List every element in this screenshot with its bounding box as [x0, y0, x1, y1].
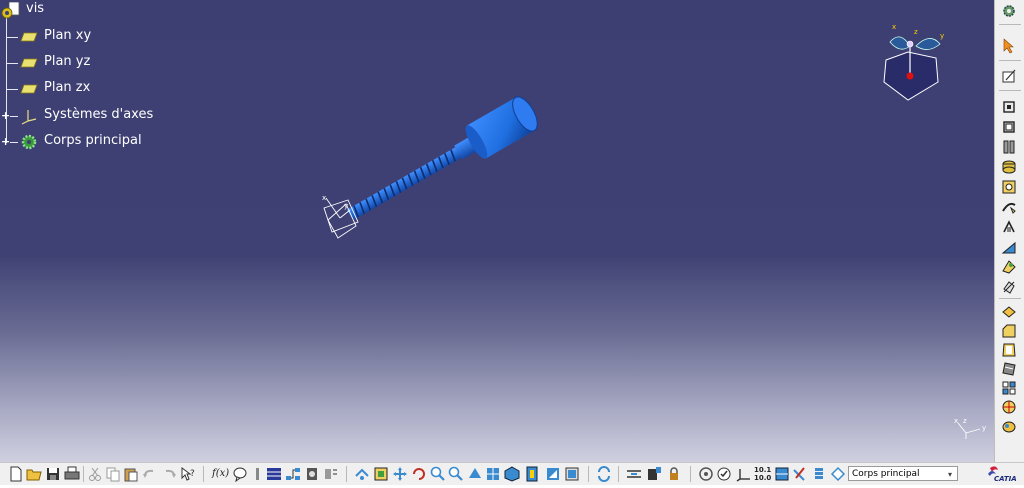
- print-icon[interactable]: [64, 466, 80, 482]
- origin-x-label: x: [322, 194, 326, 202]
- catalog-icon[interactable]: [304, 466, 320, 482]
- plane-icon: [20, 32, 38, 42]
- tree-item-label: Plan xy: [44, 28, 92, 43]
- settings-gear-icon[interactable]: [1001, 3, 1017, 19]
- hole-icon[interactable]: [1001, 179, 1017, 195]
- stiffener-icon[interactable]: [1001, 239, 1017, 255]
- shaft-icon[interactable]: [1001, 139, 1017, 155]
- scale-top-value: 10.1: [754, 466, 772, 474]
- define-work-object-icon[interactable]: [830, 466, 846, 482]
- scale-bottom-value: 10.0: [754, 474, 772, 482]
- apply-material-icon[interactable]: [1001, 418, 1017, 434]
- expand-icon[interactable]: +: [1, 110, 10, 121]
- current-body-select[interactable]: Corps principal ▾: [848, 466, 958, 481]
- axis-system-icon: [21, 110, 37, 125]
- axis-icon[interactable]: [1001, 399, 1017, 415]
- draft-icon[interactable]: [1001, 342, 1017, 358]
- swap-space-icon[interactable]: [564, 466, 580, 482]
- tree-item-label: Corps principal: [44, 133, 142, 148]
- pan-icon[interactable]: [392, 466, 408, 482]
- hierarchy-icon[interactable]: [285, 466, 301, 482]
- rib-icon[interactable]: [1001, 199, 1017, 215]
- copy-icon[interactable]: [105, 466, 121, 482]
- redo-icon[interactable]: [162, 466, 178, 482]
- formula-icon[interactable]: f(x): [212, 466, 234, 482]
- origin-axis-triad: x y: [322, 194, 359, 239]
- pocket-icon[interactable]: [1001, 119, 1017, 135]
- whats-this-icon[interactable]: ?: [180, 466, 196, 482]
- compass-z-label: z: [914, 28, 918, 36]
- tree-root-label: vis: [26, 1, 45, 16]
- shading-icon[interactable]: [524, 466, 540, 482]
- scale-display[interactable]: 10.1 10.0: [754, 466, 772, 482]
- body-gear-icon: [21, 134, 37, 150]
- triad-z-label: z: [963, 417, 967, 425]
- tree-item-label: Systèmes d'axes: [44, 107, 154, 122]
- expand-icon[interactable]: +: [1, 136, 10, 147]
- multi-view-icon[interactable]: [485, 466, 501, 482]
- current-body-value: Corps principal: [852, 469, 920, 479]
- remove-loft-icon[interactable]: [1001, 279, 1017, 295]
- compass-widget[interactable]: x z y: [878, 24, 950, 106]
- triad-y-label: y: [982, 424, 986, 432]
- table-icon[interactable]: [266, 466, 282, 482]
- body-stack-icon[interactable]: [811, 466, 827, 482]
- snap-icon[interactable]: [716, 466, 732, 482]
- grid-icon[interactable]: [774, 466, 790, 482]
- tree-item-label: Plan zx: [44, 80, 91, 95]
- pad-icon[interactable]: [1001, 99, 1017, 115]
- analysis-icon[interactable]: [646, 466, 662, 482]
- fillet-icon[interactable]: [1001, 304, 1017, 320]
- part-icon: [1, 2, 20, 19]
- normal-view-icon[interactable]: [467, 466, 483, 482]
- compass-y-label: y: [940, 32, 944, 40]
- hide-show-icon[interactable]: [545, 466, 561, 482]
- origin-y-label: y: [344, 202, 348, 210]
- pattern-icon[interactable]: [1001, 380, 1017, 396]
- triad-x-label: x: [954, 417, 958, 425]
- loft-icon[interactable]: [1001, 259, 1017, 275]
- select-arrow-icon[interactable]: [1001, 38, 1017, 54]
- tree-item-label: Plan yz: [44, 54, 91, 69]
- plane-icon: [20, 84, 38, 94]
- bottom-toolbar: ? f(x) 10.1 10.0 Corps principal ▾ CATIA: [0, 462, 1024, 485]
- paste-icon[interactable]: [123, 466, 139, 482]
- comment-icon[interactable]: [232, 466, 248, 482]
- axis-system-tool-icon[interactable]: [736, 466, 752, 482]
- constraint-icon[interactable]: [626, 466, 642, 482]
- 3d-viewport[interactable]: vis Plan xy Plan yz Plan zx + Systèmes d…: [0, 0, 994, 462]
- undo-icon[interactable]: [141, 466, 157, 482]
- catia-logo: CATIA: [986, 464, 1017, 484]
- sketch-icon[interactable]: [1001, 68, 1017, 84]
- right-toolbar: [994, 0, 1024, 462]
- axis-triad-icon: x y z: [954, 417, 986, 439]
- plane-icon: [20, 58, 38, 68]
- isometric-view-icon[interactable]: [504, 466, 520, 482]
- open-folder-icon[interactable]: [26, 466, 42, 482]
- svg-text:?: ?: [190, 469, 195, 479]
- measure-icon[interactable]: [322, 466, 338, 482]
- slot-icon[interactable]: [1001, 219, 1017, 235]
- fit-all-icon[interactable]: [373, 466, 389, 482]
- chamfer-icon[interactable]: [1001, 323, 1017, 339]
- zoom-in-icon[interactable]: [430, 466, 446, 482]
- knowledge-icon[interactable]: [250, 466, 266, 482]
- new-file-icon[interactable]: [8, 466, 24, 482]
- catia-logo-text: CATIA: [994, 475, 1017, 483]
- shell-icon[interactable]: [1001, 361, 1017, 377]
- update-icon[interactable]: [596, 466, 612, 482]
- compass-x-label: x: [892, 24, 896, 31]
- chevron-down-icon: ▾: [947, 470, 952, 479]
- connector-icon[interactable]: [792, 466, 808, 482]
- groove-icon[interactable]: [1001, 159, 1017, 175]
- repeat-icon[interactable]: [698, 466, 714, 482]
- fly-mode-icon[interactable]: [354, 466, 370, 482]
- cut-icon[interactable]: [87, 466, 103, 482]
- rotate-icon[interactable]: [411, 466, 427, 482]
- save-icon[interactable]: [45, 466, 61, 482]
- lock-icon[interactable]: [666, 466, 682, 482]
- zoom-out-icon[interactable]: [448, 466, 464, 482]
